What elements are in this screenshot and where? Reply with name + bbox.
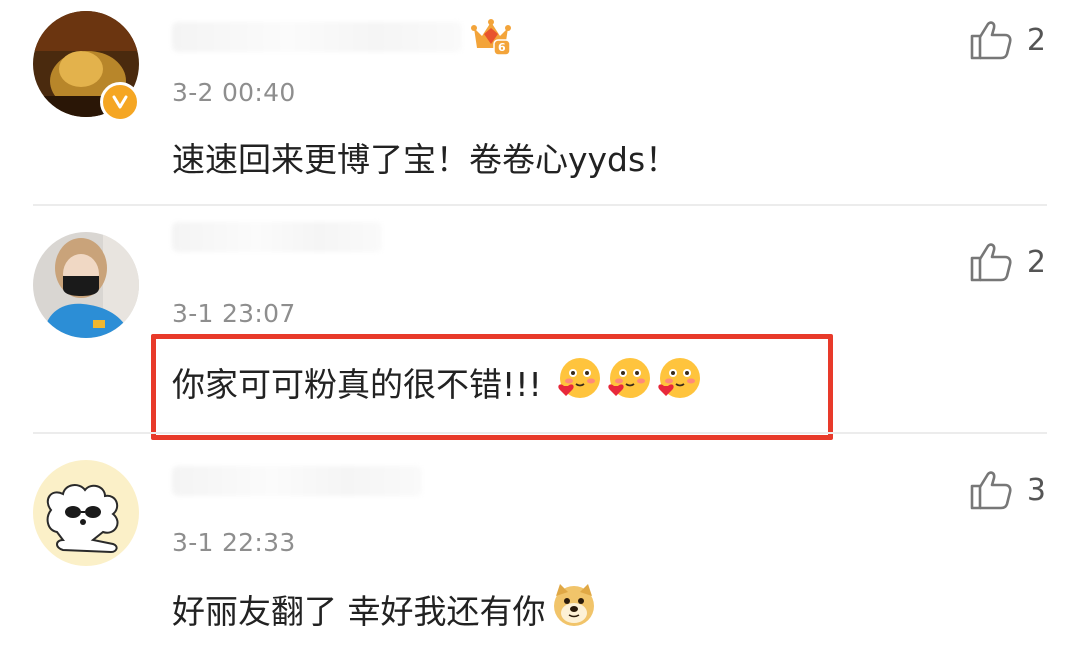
- comment-text-content: 好丽友翻了 幸好我还有你: [172, 592, 546, 631]
- username-redacted[interactable]: [172, 466, 422, 496]
- like-count: 2: [1026, 244, 1046, 280]
- comment-timestamp: 3-1 23:07: [172, 299, 296, 328]
- like-count: 3: [1026, 472, 1046, 508]
- comment-text-content: 速速回来更博了宝！卷卷心yyds！: [172, 140, 679, 179]
- like-count: 2: [1026, 22, 1046, 58]
- comment-text: 好丽友翻了 幸好我还有你: [172, 582, 598, 636]
- verified-badge-icon: [100, 82, 140, 122]
- user-avatar[interactable]: [33, 232, 139, 338]
- thumbs-up-icon: [970, 471, 1012, 510]
- username-redacted[interactable]: [172, 22, 462, 52]
- thumbs-up-icon: [970, 243, 1012, 282]
- comment-timestamp: 3-1 22:33: [172, 528, 296, 557]
- divider: [33, 432, 1047, 434]
- comment-timestamp: 3-2 00:40: [172, 78, 296, 107]
- vip-crown-icon: 6: [470, 16, 512, 60]
- thumbs-up-icon: [970, 21, 1012, 60]
- username-redacted[interactable]: [172, 222, 382, 252]
- user-avatar[interactable]: [33, 460, 139, 566]
- doge-emoji-icon: [550, 582, 598, 636]
- highlight-box: [151, 334, 833, 440]
- like-button[interactable]: 2: [969, 242, 1046, 282]
- vip-level-label: 6: [498, 41, 506, 54]
- comment-text: 速速回来更博了宝！卷卷心yyds！: [172, 133, 678, 181]
- like-button[interactable]: 3: [969, 470, 1046, 510]
- like-button[interactable]: 2: [969, 20, 1046, 60]
- divider: [33, 204, 1047, 206]
